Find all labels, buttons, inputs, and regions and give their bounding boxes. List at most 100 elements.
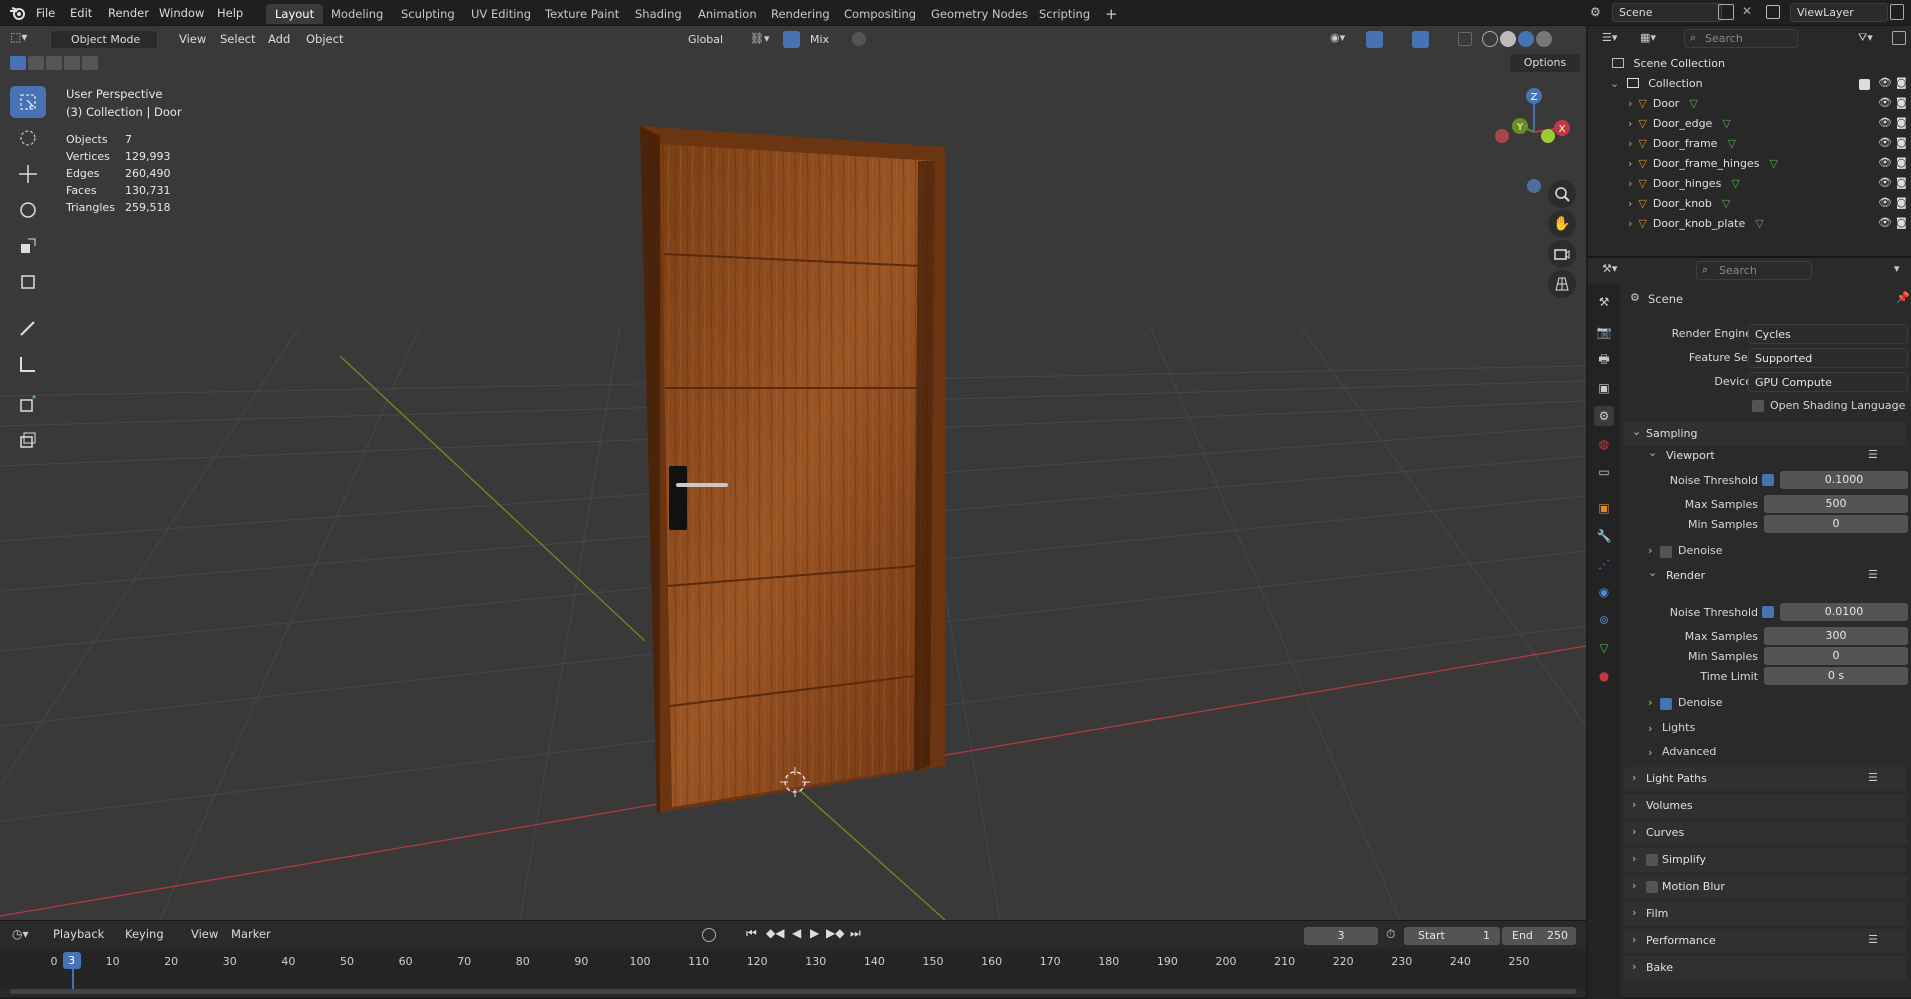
mesh-data-icon[interactable]: ▽ [1727,137,1735,150]
simplify-panel[interactable]: Simplify [1624,848,1907,872]
camera-icon[interactable]: ◙ [1896,196,1907,209]
vp-denoise-label[interactable]: Denoise [1678,544,1723,557]
outliner-item[interactable]: › ▽ Door_hinges ▽ [1588,174,1911,194]
data-tab-icon[interactable]: ▽ [1594,638,1614,658]
move-icon[interactable] [10,158,46,190]
select-box-icon[interactable] [10,86,46,118]
mesh-data-icon[interactable]: ▽ [1722,197,1730,210]
menu-edit[interactable]: Edit [64,4,98,22]
presets-list-icon[interactable]: ☰ [1868,933,1878,946]
menu-timeline-view[interactable]: View [186,925,223,943]
overlay-toggle-icon[interactable] [1412,31,1429,48]
extrude-icon[interactable] [10,424,46,456]
new-view-layer-icon[interactable] [1890,4,1904,20]
performance-panel[interactable]: Performance [1624,929,1907,953]
tab-sculpting[interactable]: Sculpting [392,4,464,24]
render-tab-icon[interactable]: 📷 [1594,322,1614,342]
tool-tab-icon[interactable]: ⚒ [1594,292,1614,312]
filter-icon[interactable]: ⛛▾ [1858,31,1873,45]
r-denoise-checkbox[interactable] [1660,698,1672,710]
frame-ruler[interactable]: 0 10 20 30 40 50 60 70 80 90 100 110 120 130 140 150 160… [0,949,1586,989]
shading-material-icon[interactable] [1518,31,1534,47]
viewport-subpanel-header[interactable]: Viewport [1648,446,1715,466]
menu-view[interactable]: View [174,30,211,48]
scene-collection-row[interactable]: Scene Collection [1588,54,1911,74]
3d-viewport[interactable]: ⬚▾ Object Mode View Select Add Object Gl… [0,26,1586,920]
auto-keying-icon[interactable] [702,928,716,942]
outliner-item[interactable]: › ▽ Door_frame_hinges ▽ [1588,154,1911,174]
volumes-panel[interactable]: Volumes [1624,794,1907,818]
next-keyframe-icon[interactable]: ▶◆ [826,926,844,940]
zoom-icon[interactable] [1548,180,1576,208]
vp-noise-threshold-field[interactable]: 0.1000 [1780,471,1908,489]
shading-wireframe-icon[interactable] [1482,31,1498,47]
menu-keying[interactable]: Keying [120,925,169,943]
jump-end-icon[interactable]: ⏭ [850,926,861,941]
delete-scene-icon[interactable]: ✕ [1742,4,1752,18]
motion-blur-panel[interactable]: Motion Blur [1624,875,1907,899]
add-workspace-button[interactable]: + [1096,4,1127,24]
presets-list-icon[interactable]: ☰ [1868,568,1878,581]
tab-shading[interactable]: Shading [626,4,691,24]
tab-layout[interactable]: Layout [266,4,324,24]
osl-checkbox[interactable] [1752,400,1764,412]
collection-camera-icon[interactable]: ◙ [1896,76,1907,89]
outliner-item[interactable]: › ▽ Door_knob_plate ▽ [1588,214,1911,234]
material-tab-icon[interactable]: ● [1594,666,1614,686]
perspective-grid-icon[interactable] [1548,270,1576,298]
pan-hand-icon[interactable]: ✋ [1548,210,1576,238]
presets-list-icon[interactable]: ☰ [1868,448,1878,461]
menu-file[interactable]: File [30,4,61,22]
scene-selector[interactable]: Scene [1612,3,1722,22]
new-scene-icon[interactable] [1718,4,1734,20]
film-panel[interactable]: Film [1624,902,1907,926]
mesh-data-icon[interactable]: ▽ [1769,157,1777,170]
select-mode-buttons[interactable] [10,56,102,72]
display-mode-icon[interactable]: ▦▾ [1640,31,1656,44]
scene-tab-icon[interactable]: ⚙ [1594,406,1614,426]
door-model[interactable] [640,126,945,814]
editor-type-icon[interactable]: ⬚▾ [10,30,40,48]
current-frame-field[interactable]: 3 [1304,927,1378,945]
camera-icon[interactable]: ◙ [1896,176,1907,189]
eye-icon[interactable]: 👁 [1878,156,1892,169]
curves-panel[interactable]: Curves [1624,821,1907,845]
play-icon[interactable]: ▶ [810,926,819,940]
chevron-right-icon[interactable]: › [1628,217,1632,230]
shading-rendered-icon[interactable] [1536,31,1552,47]
tab-uv-editing[interactable]: UV Editing [462,4,540,24]
cursor-icon[interactable] [10,122,46,154]
playhead[interactable]: 3 [62,952,81,969]
mesh-data-icon[interactable]: ▽ [1722,117,1730,130]
mesh-data-icon[interactable]: ▽ [1689,97,1697,110]
camera-icon[interactable]: ◙ [1896,136,1907,149]
menu-help[interactable]: Help [211,4,249,22]
tab-animation[interactable]: Animation [689,4,766,24]
vp-max-samples-field[interactable]: 500 [1764,495,1908,513]
sampling-panel-header[interactable]: Sampling [1624,422,1907,446]
r-noise-threshold-field[interactable]: 0.0100 [1780,603,1908,621]
view-layer-tab-icon[interactable]: ▣ [1594,378,1614,398]
mesh-data-icon[interactable]: ▽ [1755,217,1763,230]
camera-icon[interactable]: ◙ [1896,96,1907,109]
annotate-icon[interactable] [10,312,46,344]
tab-rendering[interactable]: Rendering [762,4,839,24]
camera-icon[interactable]: ◙ [1896,156,1907,169]
outliner-item[interactable]: › ▽ Door ▽ [1588,94,1911,114]
proportional-edit-icon[interactable] [852,32,866,46]
eye-icon[interactable]: 👁 [1878,116,1892,129]
measure-icon[interactable] [10,348,46,380]
mesh-data-icon[interactable]: ▽ [1731,177,1739,190]
menu-add[interactable]: Add [263,30,295,48]
shading-solid-icon[interactable] [1500,31,1516,47]
object-tab-icon[interactable]: ▣ [1594,498,1614,518]
collection-eye-icon[interactable]: 👁 [1878,76,1892,89]
eye-icon[interactable]: 👁 [1878,176,1892,189]
menu-render[interactable]: Render [102,4,155,22]
menu-object[interactable]: Object [301,30,348,48]
gizmo-toggle-icon[interactable] [1366,31,1383,48]
menu-marker[interactable]: Marker [226,925,276,943]
bake-panel[interactable]: Bake [1624,956,1907,980]
transform-orientation[interactable]: Global [665,30,741,49]
xray-icon[interactable] [1458,32,1472,46]
